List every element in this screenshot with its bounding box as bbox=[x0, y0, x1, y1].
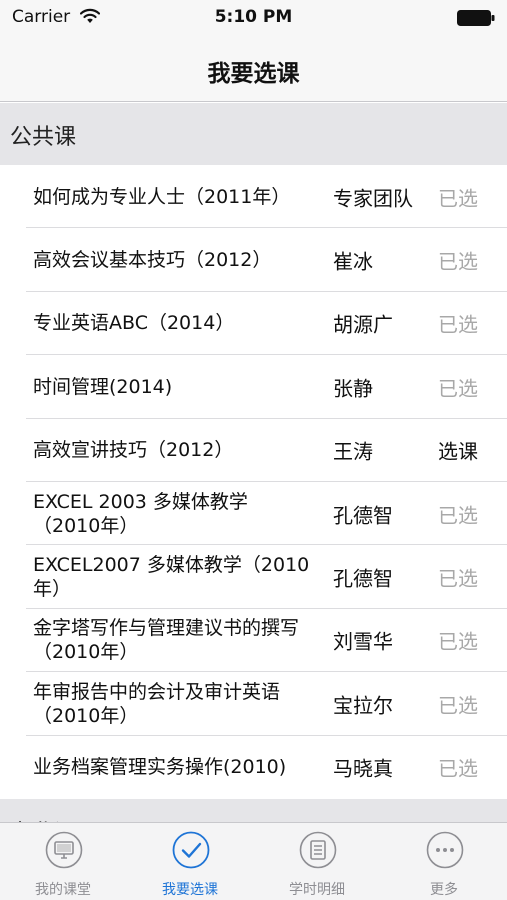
selected-status: 已选 bbox=[438, 312, 478, 337]
tab-1[interactable]: 我的课堂 bbox=[0, 823, 126, 900]
section-title: 公共课 bbox=[10, 125, 77, 150]
course-title: 如何成为专业人士（2011年） bbox=[33, 185, 291, 208]
section-rows: 如何成为专业人士（2011年） 专家团队 已选 高效会议基本技巧（2012） 崔冰 已选专… bbox=[0, 165, 507, 799]
tab-label: 我要选课 bbox=[162, 882, 218, 898]
selected-status: 已选 bbox=[438, 756, 478, 781]
course-title: EXCEL2007 多媒体教学（2010年） bbox=[33, 554, 310, 601]
course-row[interactable]: EXCEL2007 多媒体教学（2010年） 孔德智 已选 bbox=[0, 545, 507, 609]
tab-3[interactable]: 学时明细 bbox=[254, 823, 380, 900]
course-row[interactable]: EXCEL 2003 多媒体教学（2010年） 孔德智 已选 bbox=[0, 481, 507, 546]
course-title: 年审报告中的会计及审计英语 （2010年） bbox=[33, 680, 281, 727]
clock-label: 5:10 PM bbox=[214, 7, 293, 27]
status-bar: Carrier 5:10 PM bbox=[0, 0, 507, 34]
course-row[interactable]: 金字塔写作与管理建议书的撰写 （2010年） 刘雪华 已选 bbox=[0, 608, 507, 673]
tab-label: 更多 bbox=[430, 882, 458, 898]
tab-4[interactable]: 更多 bbox=[381, 823, 507, 900]
course-row[interactable]: 如何成为专业人士（2011年） 专家团队 已选 bbox=[0, 165, 507, 229]
course-title: 金字塔写作与管理建议书的撰写 （2010年） bbox=[33, 617, 300, 664]
list-icon bbox=[299, 831, 337, 869]
course-title: EXCEL 2003 多媒体教学（2010年） bbox=[33, 490, 248, 537]
teacher-name: 马晓真 bbox=[333, 756, 393, 781]
selected-status: 已选 bbox=[438, 629, 478, 654]
selected-status: 已选 bbox=[438, 566, 478, 591]
tab-label: 学时明细 bbox=[289, 882, 345, 898]
page-title: 我要选课 bbox=[207, 61, 300, 87]
navigation-bar: 我要选课 bbox=[0, 34, 507, 102]
checkmark-icon bbox=[172, 831, 210, 869]
section-header: 专业课 bbox=[0, 798, 507, 822]
selected-status: 已选 bbox=[438, 249, 478, 274]
section-header: 公共课 bbox=[0, 103, 507, 165]
tab-label: 我的课堂 bbox=[35, 882, 91, 898]
selected-status: 已选 bbox=[438, 503, 478, 528]
course-row[interactable]: 业务档案管理实务操作(2010) 马晓真 已选 bbox=[0, 735, 507, 799]
tab-2[interactable]: 我要选课 bbox=[127, 823, 253, 900]
teacher-name: 孔德智 bbox=[333, 503, 393, 528]
course-title: 专业英语ABC（2014） bbox=[33, 312, 235, 335]
tab-bar: 我的课堂 我要选课 学时明细 更多 bbox=[0, 822, 507, 900]
selected-status: 已选 bbox=[438, 693, 478, 718]
course-row[interactable]: 高效宣讲技巧（2012） 王涛 选课 bbox=[0, 418, 507, 482]
monitor-icon bbox=[45, 831, 83, 869]
course-title: 高效宣讲技巧（2012） bbox=[33, 439, 234, 462]
section-title: 专业课 bbox=[10, 815, 76, 822]
teacher-name: 专家团队 bbox=[333, 186, 413, 211]
course-list[interactable]: 公共课 如何成为专业人士（2011年） 专家团队 已选 高效会议基本技巧（2012） 崔冰… bbox=[0, 103, 507, 822]
teacher-name: 孔德智 bbox=[333, 566, 393, 591]
course-title: 业务档案管理实务操作(2010) bbox=[33, 756, 287, 779]
battery-icon bbox=[457, 10, 495, 26]
select-course-button[interactable]: 选课 bbox=[438, 436, 478, 465]
course-title: 高效会议基本技巧（2012） bbox=[33, 249, 272, 272]
course-row[interactable]: 年审报告中的会计及审计英语 （2010年） 宝拉尔 已选 bbox=[0, 672, 507, 736]
teacher-name: 王涛 bbox=[333, 439, 373, 464]
teacher-name: 胡源广 bbox=[333, 312, 393, 337]
teacher-name: 张静 bbox=[333, 376, 373, 401]
selected-status: 已选 bbox=[438, 186, 478, 211]
course-row[interactable]: 时间管理(2014) 张静 已选 bbox=[0, 355, 507, 419]
teacher-name: 刘雪华 bbox=[333, 629, 393, 654]
teacher-name: 崔冰 bbox=[333, 249, 373, 274]
more-icon bbox=[426, 831, 464, 869]
course-row[interactable]: 专业英语ABC（2014） 胡源广 已选 bbox=[0, 291, 507, 356]
course-title: 时间管理(2014) bbox=[33, 375, 173, 398]
course-row[interactable]: 高效会议基本技巧（2012） 崔冰 已选 bbox=[0, 228, 507, 292]
teacher-name: 宝拉尔 bbox=[333, 693, 393, 718]
selected-status: 已选 bbox=[438, 376, 478, 401]
